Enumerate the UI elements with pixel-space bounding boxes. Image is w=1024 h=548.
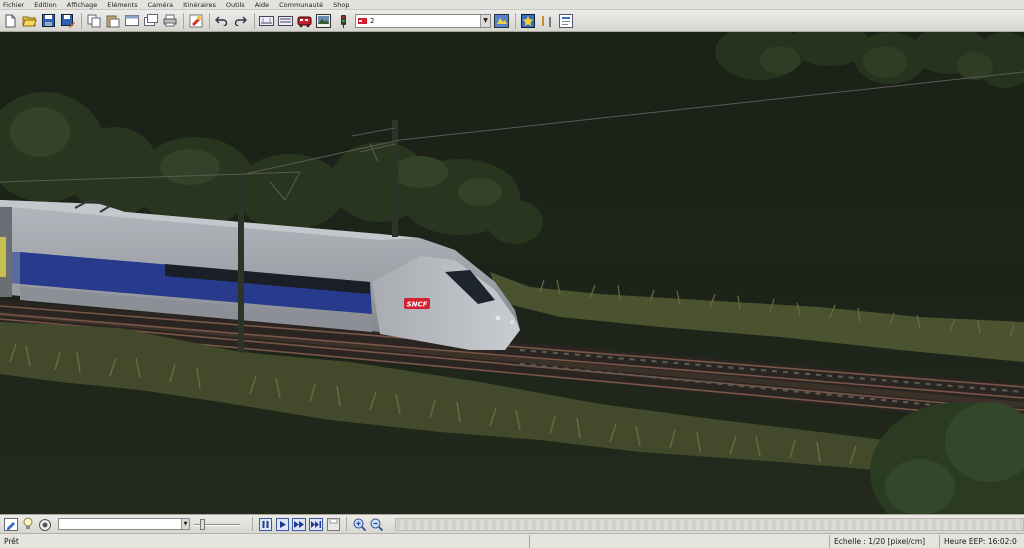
layer-settings-icon	[494, 13, 509, 28]
paint-icon	[189, 14, 202, 27]
camera-button[interactable]	[37, 517, 53, 532]
copy-icon	[87, 14, 100, 27]
edit-mode-icon	[4, 517, 18, 531]
status-bar: Prêt Echelle : 1/20 [pixel/cm] Heure EEP…	[0, 533, 1024, 548]
layer-select[interactable]: 2 ▼	[355, 13, 491, 28]
redo-icon	[234, 16, 247, 26]
menu-aide[interactable]: Aide	[255, 0, 269, 10]
play-icon	[275, 517, 289, 531]
menu-itineraires[interactable]: Itinéraires	[183, 0, 216, 10]
menu-communaute[interactable]: Communauté	[279, 0, 323, 10]
layout-icon	[259, 16, 274, 26]
pause-icon	[258, 517, 272, 531]
open-button[interactable]	[21, 12, 38, 29]
signal-button[interactable]	[334, 12, 351, 29]
menu-camera[interactable]: Caméra	[148, 0, 174, 10]
chevron-down-icon[interactable]: ▼	[480, 14, 490, 27]
sncf-logo: SNCF	[404, 298, 430, 309]
save-icon	[42, 14, 55, 27]
paste-button[interactable]	[104, 12, 121, 29]
fast-forward-2-button[interactable]	[308, 517, 324, 532]
window-button-2[interactable]	[142, 12, 159, 29]
info-icon	[558, 13, 573, 28]
fast-forward-icon	[292, 517, 306, 531]
star-icon	[520, 13, 535, 28]
toolbar-separator	[346, 517, 347, 531]
play-button[interactable]	[274, 517, 290, 532]
toolbar-separator	[183, 12, 184, 29]
zoom-in-button[interactable]	[351, 517, 367, 532]
toolbar-separator	[209, 12, 210, 29]
camera-icon	[39, 518, 51, 531]
paste-icon	[106, 15, 119, 27]
info-button[interactable]	[557, 12, 574, 29]
menu-shop[interactable]: Shop	[333, 0, 349, 10]
open-icon	[22, 16, 37, 27]
window-icon	[124, 15, 139, 26]
toolbar-separator	[81, 12, 82, 29]
status-time: Heure EEP: 16:02:0	[944, 536, 1017, 546]
lightbulb-button[interactable]	[20, 517, 36, 532]
layer-settings-button[interactable]	[493, 12, 510, 29]
window-button[interactable]	[123, 12, 140, 29]
redo-button[interactable]	[232, 12, 249, 29]
bottom-toolbar: ▼	[0, 514, 1024, 533]
toolbar-separator	[515, 12, 516, 29]
zoom-out-icon	[370, 518, 383, 531]
menu-outils[interactable]: Outils	[226, 0, 245, 10]
fast-forward-2-icon	[309, 517, 323, 531]
print-button[interactable]	[161, 12, 178, 29]
tools-icon	[541, 15, 551, 27]
slider-thumb[interactable]	[200, 519, 205, 530]
menu-affichage[interactable]: Affichage	[67, 0, 98, 10]
save-as-button[interactable]	[59, 12, 76, 29]
status-scale: Echelle : 1/20 [pixel/cm]	[830, 534, 940, 548]
edit-mode-button[interactable]	[3, 517, 19, 532]
pause-button[interactable]	[257, 517, 273, 532]
lightbulb-icon	[23, 517, 33, 529]
undo-button[interactable]	[213, 12, 230, 29]
window-icon-2	[143, 14, 158, 26]
menu-elements[interactable]: Eléments	[107, 0, 137, 10]
disk-icon	[326, 517, 340, 531]
undo-icon	[215, 16, 228, 26]
train-icon	[297, 16, 312, 27]
menu-edition[interactable]: Edition	[34, 0, 57, 10]
layout-icon-2	[278, 16, 293, 26]
zoom-in-icon	[353, 518, 366, 531]
paint-button[interactable]	[187, 12, 204, 29]
zoom-out-button[interactable]	[368, 517, 384, 532]
new-icon	[5, 14, 16, 27]
menu-fichier[interactable]: Fichier	[3, 0, 24, 10]
toolbar-separator	[252, 517, 253, 531]
save-as-icon	[60, 13, 75, 28]
chevron-down-icon[interactable]: ▼	[181, 519, 189, 529]
fast-forward-button[interactable]	[291, 517, 307, 532]
save-button[interactable]	[40, 12, 57, 29]
speed-slider[interactable]	[194, 518, 240, 530]
toolbar-separator	[254, 12, 255, 29]
print-icon	[163, 14, 176, 27]
3d-viewport[interactable]: SNCF	[0, 32, 1024, 514]
screenshot-button[interactable]	[315, 12, 332, 29]
disk-button[interactable]	[325, 517, 341, 532]
layout-button-2[interactable]	[277, 12, 294, 29]
screenshot-icon	[316, 13, 331, 28]
main-toolbar: 2 ▼	[0, 10, 1024, 32]
status-empty-pane	[530, 534, 830, 548]
signal-icon	[340, 14, 346, 28]
train-button[interactable]	[296, 12, 313, 29]
status-ready: Prêt	[0, 534, 530, 548]
layout-button[interactable]	[258, 12, 275, 29]
star-button[interactable]	[519, 12, 536, 29]
menu-bar: Fichier Edition Affichage Eléments Camér…	[0, 0, 1024, 10]
copy-button[interactable]	[85, 12, 102, 29]
new-button[interactable]	[2, 12, 19, 29]
scene: SNCF	[0, 32, 1024, 514]
layer-icon	[358, 17, 367, 24]
route-select[interactable]: ▼	[58, 518, 190, 530]
tools-button[interactable]	[538, 12, 555, 29]
bottom-toolbar-filler	[395, 517, 1024, 531]
svg-text:SNCF: SNCF	[407, 301, 428, 309]
